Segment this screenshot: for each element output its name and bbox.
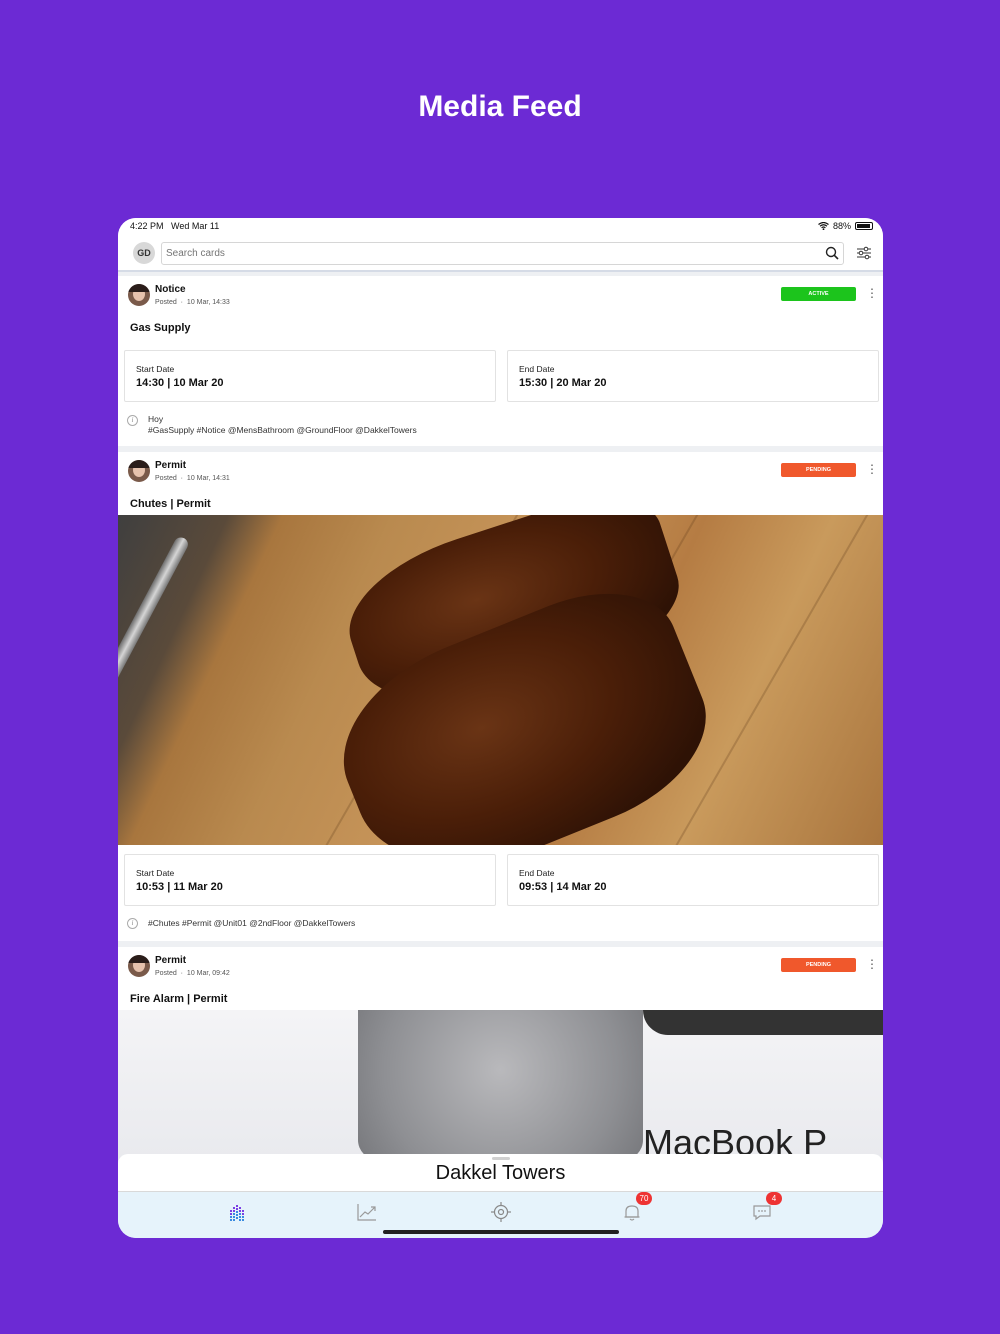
poster-avatar xyxy=(128,955,150,977)
tablet-screen: 4:22 PM Wed Mar 11 88% GD Notice Posted … xyxy=(118,218,883,1238)
card-title: Gas Supply xyxy=(130,322,191,334)
tab-feed[interactable] xyxy=(225,1200,249,1224)
card-type: Permit xyxy=(155,460,187,471)
target-icon xyxy=(491,1202,511,1222)
card-type: Permit xyxy=(155,955,187,966)
battery-percent: 88% xyxy=(832,221,851,231)
card-type: Notice xyxy=(155,284,186,295)
search-icon[interactable] xyxy=(825,246,839,260)
end-date-box: End Date 15:30 | 20 Mar 20 xyxy=(507,350,879,402)
notification-badge: 70 xyxy=(636,1192,652,1205)
search-input[interactable] xyxy=(161,242,844,265)
status-indicators: 88% xyxy=(818,221,873,231)
start-date-label: Start Date xyxy=(136,364,175,374)
posted-time: 10 Mar, 09:42 xyxy=(186,970,230,977)
status-badge: PENDING xyxy=(781,958,856,972)
feed-card[interactable]: Permit Posted · 10 Mar, 14:31 PENDING ⋮ … xyxy=(118,452,883,941)
tab-messages[interactable]: 4 xyxy=(750,1192,782,1224)
description-line: Hoy xyxy=(148,414,164,424)
posted-label: Posted xyxy=(155,475,177,482)
end-date-value: 09:53 | 14 Mar 20 xyxy=(519,881,607,893)
poster-avatar xyxy=(128,460,150,482)
message-badge: 4 xyxy=(766,1192,782,1205)
building-name: Dakkel Towers xyxy=(435,1162,566,1184)
photo-detail xyxy=(118,535,191,845)
card-posted: Posted · 10 Mar, 09:42 xyxy=(155,970,230,977)
page-headline: Media Feed xyxy=(418,90,582,123)
status-badge: ACTIVE xyxy=(781,287,856,301)
home-indicator[interactable] xyxy=(383,1230,619,1234)
card-description: #Chutes #Permit @Unit01 @2ndFloor @Dakke… xyxy=(148,918,356,928)
card-title: Chutes | Permit xyxy=(130,498,211,510)
posted-label: Posted xyxy=(155,299,177,306)
posted-time: 10 Mar, 14:31 xyxy=(186,475,230,482)
tab-notifications[interactable]: 70 xyxy=(620,1192,652,1224)
feed-card[interactable]: Permit Posted · 10 Mar, 09:42 PENDING ⋮ … xyxy=(118,947,883,1160)
photo-detail xyxy=(358,1010,643,1160)
end-date-box: End Date 09:53 | 14 Mar 20 xyxy=(507,854,879,906)
end-date-value: 15:30 | 20 Mar 20 xyxy=(519,377,607,389)
poster-avatar xyxy=(128,284,150,306)
info-icon: i xyxy=(127,918,138,929)
posted-label: Posted xyxy=(155,970,177,977)
end-date-label: End Date xyxy=(519,364,555,374)
posted-time: 10 Mar, 14:33 xyxy=(186,299,230,306)
photo-detail xyxy=(643,1010,883,1035)
clock-date: Wed Mar 11 xyxy=(171,221,220,231)
card-description: Hoy #GasSupply #Notice @MensBathroom @Gr… xyxy=(148,414,417,436)
start-date-box: Start Date 14:30 | 10 Mar 20 xyxy=(124,350,496,402)
card-photo[interactable] xyxy=(118,515,883,845)
user-avatar[interactable]: GD xyxy=(133,242,155,264)
clock-time: 4:22 PM xyxy=(130,221,164,231)
search-header: GD xyxy=(118,236,883,272)
filter-icon[interactable] xyxy=(856,246,872,260)
status-badge: PENDING xyxy=(781,463,856,477)
start-date-value: 14:30 | 10 Mar 20 xyxy=(136,377,224,389)
card-photo[interactable]: MacBook P xyxy=(118,1010,883,1160)
description-tags: #GasSupply #Notice @MensBathroom @Ground… xyxy=(148,425,417,435)
info-icon: i xyxy=(127,415,138,426)
building-panel[interactable]: Dakkel Towers xyxy=(118,1154,883,1192)
start-date-box: Start Date 10:53 | 11 Mar 20 xyxy=(124,854,496,906)
more-options-icon[interactable]: ⋮ xyxy=(866,462,878,476)
feed-icon xyxy=(230,1205,244,1221)
more-options-icon[interactable]: ⋮ xyxy=(866,286,878,300)
chart-icon xyxy=(357,1204,376,1221)
battery-icon xyxy=(855,222,873,230)
feed-card[interactable]: Notice Posted · 10 Mar, 14:33 ACTIVE ⋮ G… xyxy=(118,276,883,446)
end-date-label: End Date xyxy=(519,868,555,878)
more-options-icon[interactable]: ⋮ xyxy=(866,957,878,971)
tab-location[interactable] xyxy=(489,1200,513,1224)
drag-handle[interactable] xyxy=(492,1157,510,1160)
status-bar: 4:22 PM Wed Mar 11 88% xyxy=(118,218,883,236)
start-date-value: 10:53 | 11 Mar 20 xyxy=(136,881,223,893)
wifi-icon xyxy=(818,222,829,230)
card-posted: Posted · 10 Mar, 14:33 xyxy=(155,299,230,306)
status-time: 4:22 PM Wed Mar 11 xyxy=(130,221,219,231)
tab-analytics[interactable] xyxy=(355,1200,379,1224)
start-date-label: Start Date xyxy=(136,868,175,878)
card-title: Fire Alarm | Permit xyxy=(130,993,228,1005)
card-posted: Posted · 10 Mar, 14:31 xyxy=(155,475,230,482)
